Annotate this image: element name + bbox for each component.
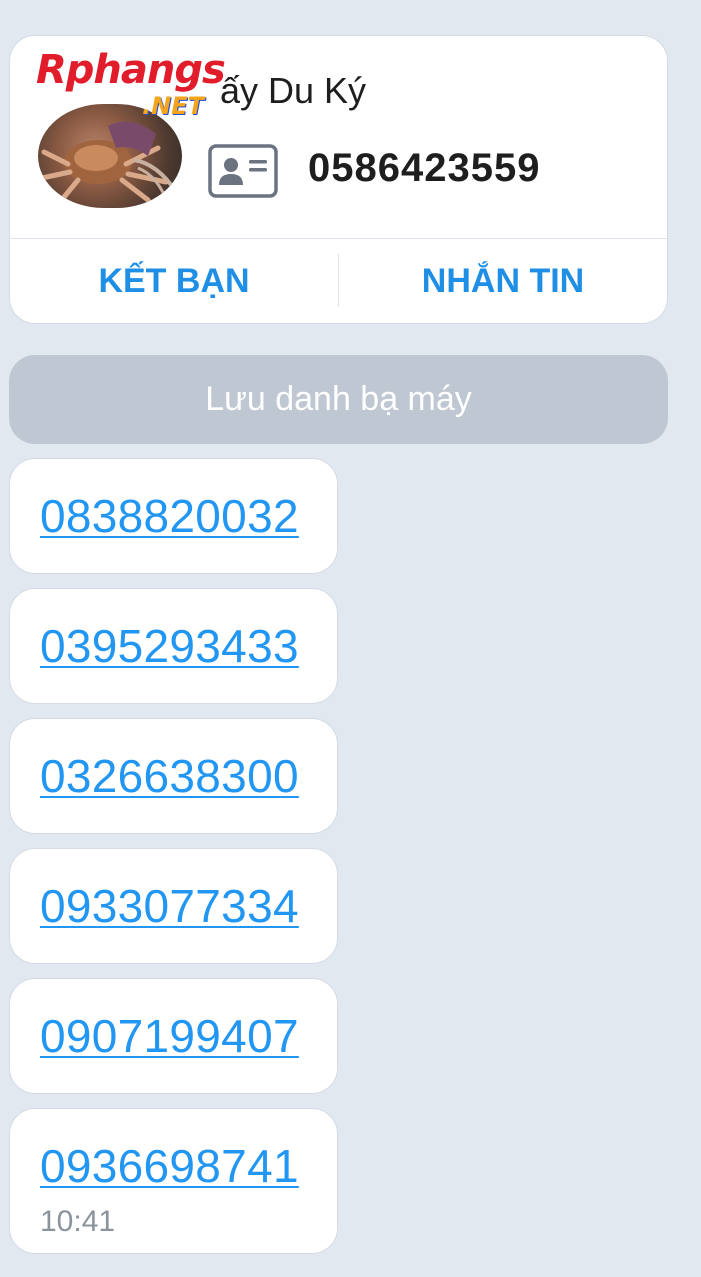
save-contact-button[interactable]: Lưu danh bạ máy xyxy=(9,355,668,444)
message-bubble: 0933077334 xyxy=(9,848,338,964)
contact-name: ấy Du Ký xyxy=(220,70,367,111)
add-friend-button[interactable]: KẾT BẠN xyxy=(10,239,338,323)
contact-phone: 0586423559 xyxy=(308,146,541,190)
id-card-icon xyxy=(208,144,278,198)
message-bubble: 0395293433 xyxy=(9,588,338,704)
message-timestamp: 10:41 xyxy=(40,1205,116,1238)
message-bubble: 0326638300 xyxy=(9,718,338,834)
watermark-logo: Rphangs xyxy=(36,47,226,93)
phone-link[interactable]: 0395293433 xyxy=(40,619,299,673)
phone-link[interactable]: 0326638300 xyxy=(40,749,299,803)
message-bubble: 0907199407 xyxy=(9,978,338,1094)
send-message-button[interactable]: NHẮN TIN xyxy=(339,239,667,323)
watermark-logo-sub: .NET xyxy=(142,92,204,120)
phone-link[interactable]: 0933077334 xyxy=(40,879,299,933)
message-list: 0838820032 0395293433 0326638300 0933077… xyxy=(9,458,339,1268)
message-bubble: 0838820032 xyxy=(9,458,338,574)
card-actions: KẾT BẠN NHẮN TIN xyxy=(10,239,667,323)
message-bubble: 0936698741 10:41 xyxy=(9,1108,338,1254)
phone-link[interactable]: 0936698741 xyxy=(40,1139,299,1193)
contact-card: Rphangs .NET ấy Du Ký 0586423559 KẾT BẠN… xyxy=(9,35,668,324)
phone-link[interactable]: 0907199407 xyxy=(40,1009,299,1063)
phone-link[interactable]: 0838820032 xyxy=(40,489,299,543)
